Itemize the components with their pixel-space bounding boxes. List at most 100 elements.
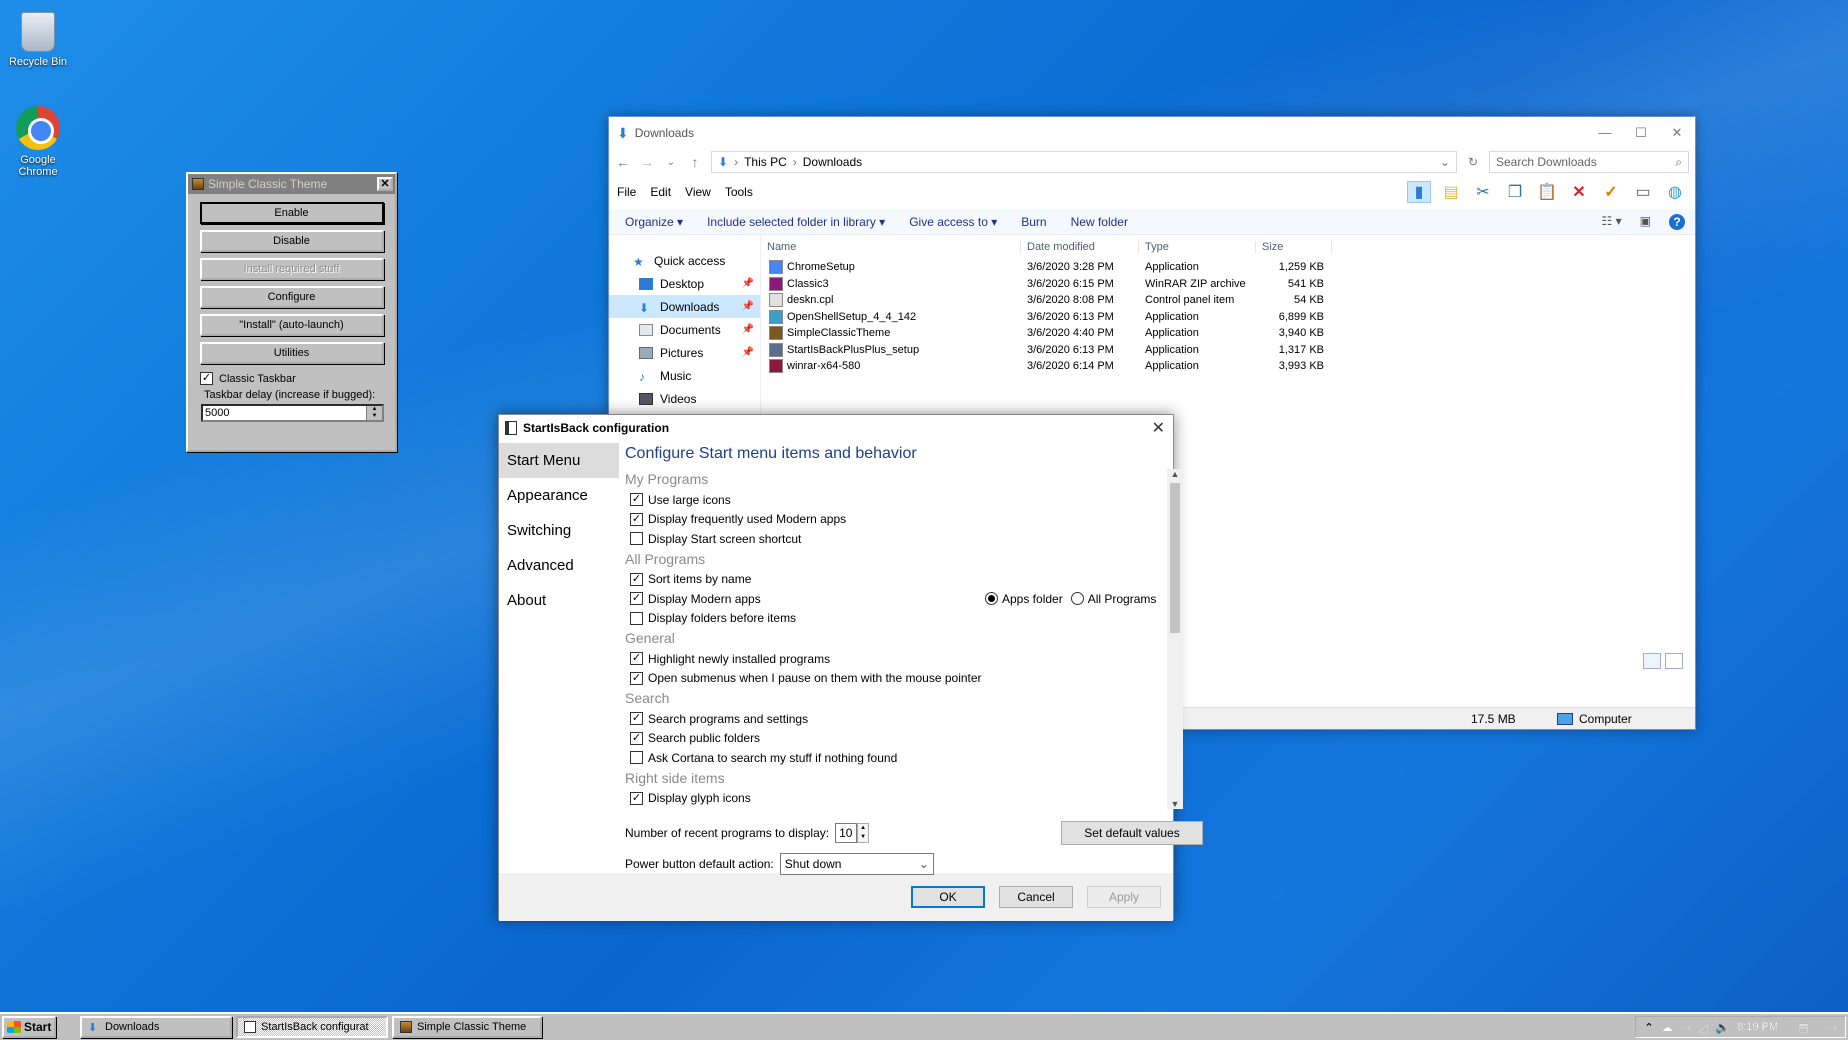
option-row[interactable]: ✓ Open submenus when I pause on them with… <box>625 669 1165 689</box>
preview-pane-icon[interactable]: ▮ <box>1407 181 1431 203</box>
menu-edit[interactable]: Edit <box>650 185 671 199</box>
preview-pane-toggle-icon[interactable]: ▣ <box>1640 214 1651 230</box>
stepper-arrows-icon[interactable]: ▲ ▼ <box>366 406 382 420</box>
scroll-down-icon[interactable]: ▼ <box>1167 799 1183 809</box>
file-row[interactable]: deskn.cpl 3/6/2020 8:08 PM Control panel i… <box>761 292 1695 309</box>
option-row[interactable]: ✓ Use large icons <box>625 490 1165 510</box>
recent-programs-stepper[interactable]: 10 ▲ ▼ <box>835 823 870 843</box>
file-row[interactable]: winrar-x64-580 3/6/2020 6:14 PM Applicatio… <box>761 358 1695 375</box>
options-scrollbar[interactable]: ▲ ▼ <box>1167 469 1183 809</box>
option-checkbox[interactable]: ✓ <box>630 512 643 526</box>
sidebar-item-about[interactable]: About <box>499 583 619 618</box>
cancel-button[interactable]: Cancel <box>999 886 1073 908</box>
explorer-title-bar[interactable]: ⬇ Downloads — ☐ ✕ <box>609 117 1695 149</box>
burn-button[interactable]: Burn <box>1021 215 1046 229</box>
classic-taskbar-checkbox-row[interactable]: ✓ Classic Taskbar <box>200 372 395 385</box>
option-checkbox[interactable]: ✓ <box>630 572 643 586</box>
option-row[interactable]: ✓ Search public folders <box>625 729 1165 749</box>
classic-taskbar-checkbox[interactable]: ✓ <box>200 372 213 385</box>
copy-icon[interactable]: ❐ <box>1503 181 1527 203</box>
forward-arrow-icon[interactable]: → <box>639 154 655 170</box>
set-default-values-button[interactable]: Set default values <box>1061 821 1203 845</box>
option-row[interactable]: ✓ Search programs and settings <box>625 709 1165 729</box>
nav-item-desktop[interactable]: Desktop 📌 <box>609 272 760 295</box>
option-checkbox[interactable]: ✓ <box>630 731 643 745</box>
option-row[interactable]: ✓ Highlight newly installed programs <box>625 649 1165 669</box>
address-dropdown-icon[interactable]: ⌄ <box>1440 155 1450 169</box>
onedrive-cloud-icon[interactable]: ☁ <box>1662 1021 1673 1034</box>
option-row[interactable]: ✓ Sort items by name <box>625 570 1165 590</box>
sct-title-bar[interactable]: Simple Classic Theme ✕ <box>188 174 395 194</box>
desktop-icon-google-chrome[interactable]: Google Chrome <box>2 106 74 178</box>
utilities-button[interactable]: Utilities <box>199 342 384 364</box>
give-access-button[interactable]: Give access to ▾ <box>909 215 997 229</box>
option-checkbox[interactable] <box>630 532 643 546</box>
file-row[interactable]: OpenShellSetup_4_4_142 3/6/2020 6:13 PM Ap… <box>761 309 1695 326</box>
nav-item-documents[interactable]: Documents 📌 <box>609 318 760 341</box>
option-checkbox[interactable]: ✓ <box>630 671 643 685</box>
sidebar-item-switching[interactable]: Switching <box>499 513 619 548</box>
option-row[interactable]: Ask Cortana to search my stuff if nothin… <box>625 748 1165 768</box>
paste-icon[interactable]: 📋 <box>1535 181 1559 203</box>
scroll-up-icon[interactable]: ▲ <box>1167 469 1183 479</box>
option-checkbox[interactable]: ✓ <box>630 712 643 726</box>
disable-button[interactable]: Disable <box>199 230 384 252</box>
breadcrumb-this-pc[interactable]: This PC <box>744 155 787 169</box>
globe-icon[interactable]: ◍ <box>1663 181 1687 203</box>
cut-icon[interactable]: ✂ <box>1471 181 1495 203</box>
stepper-arrows-icon[interactable]: ▲ ▼ <box>857 823 870 843</box>
sib-close-icon[interactable]: ✕ <box>1152 418 1165 438</box>
clock[interactable]: 8:19 PM <box>1737 1021 1778 1033</box>
show-desktop-icon[interactable]: ▭ <box>1827 1021 1837 1034</box>
option-row[interactable]: ✓ Display frequently used Modern apps <box>625 510 1165 530</box>
help-icon[interactable]: ? <box>1669 213 1685 230</box>
close-icon[interactable]: ✕ <box>1659 125 1695 141</box>
option-row[interactable]: ✓ Display glyph icons <box>625 789 1165 809</box>
nav-item-pictures[interactable]: Pictures 📌 <box>609 341 760 364</box>
sidebar-item-advanced[interactable]: Advanced <box>499 548 619 583</box>
details-view-icon[interactable] <box>1643 653 1661 669</box>
recent-programs-value[interactable]: 10 <box>835 823 858 843</box>
nav-item-downloads[interactable]: ⬇ Downloads 📌 <box>609 295 760 318</box>
apps-folder-radio[interactable] <box>985 592 998 606</box>
notification-icon[interactable]: ▤ <box>1798 1021 1808 1034</box>
file-row[interactable]: ChromeSetup 3/6/2020 3:28 PM Application 1,… <box>761 259 1695 276</box>
nav-item-music[interactable]: ♪ Music <box>609 364 760 387</box>
sidebar-item-start-menu[interactable]: Start Menu <box>499 443 619 478</box>
power-action-select[interactable]: Shut down ⌄ <box>779 853 934 875</box>
option-checkbox[interactable]: ✓ <box>630 592 643 606</box>
ok-button[interactable]: OK <box>911 886 985 908</box>
breadcrumb-downloads[interactable]: Downloads <box>803 155 862 169</box>
column-header-date[interactable]: Date modified <box>1021 241 1139 253</box>
back-arrow-icon[interactable]: ← <box>615 154 631 170</box>
large-icons-view-icon[interactable] <box>1665 653 1683 669</box>
option-row[interactable]: Display folders before items <box>625 609 1165 629</box>
menu-tools[interactable]: Tools <box>725 185 753 199</box>
rename-icon[interactable]: ▭ <box>1631 181 1655 203</box>
file-row[interactable]: SimpleClassicTheme 3/6/2020 4:40 PM Applic… <box>761 325 1695 342</box>
new-folder-button[interactable]: New folder <box>1071 215 1128 229</box>
menu-view[interactable]: View <box>685 185 711 199</box>
delete-icon[interactable]: ✕ <box>1567 181 1591 203</box>
option-checkbox[interactable]: ✓ <box>630 791 643 805</box>
configure-button[interactable]: Configure <box>199 286 384 308</box>
all-programs-radio[interactable] <box>1070 592 1084 606</box>
menu-file[interactable]: File <box>617 185 636 199</box>
refresh-icon[interactable]: ↻ <box>1465 155 1481 169</box>
option-checkbox[interactable]: ✓ <box>630 493 643 507</box>
column-header-type[interactable]: Type <box>1139 241 1256 253</box>
apply-button[interactable]: Apply <box>1087 886 1161 908</box>
file-row[interactable]: Classic3 3/6/2020 6:15 PM WinRAR ZIP archi… <box>761 276 1695 293</box>
nav-item-videos[interactable]: Videos <box>609 387 760 410</box>
battery-icon[interactable]: ▭ <box>1681 1021 1691 1034</box>
maximize-icon[interactable]: ☐ <box>1623 125 1659 141</box>
sidebar-item-appearance[interactable]: Appearance <box>499 478 619 513</box>
search-input[interactable]: Search Downloads ⌕ <box>1489 151 1689 173</box>
sct-close-button[interactable]: ✕ <box>377 177 393 191</box>
taskbar-item-downloads[interactable]: ⬇ Downloads <box>80 1016 232 1038</box>
option-row[interactable]: Display Start screen shortcut <box>625 529 1165 549</box>
chevron-up-icon[interactable]: ⌃ <box>1644 1021 1653 1034</box>
address-box[interactable]: ⬇ › This PC › Downloads ⌄ <box>711 151 1457 173</box>
volume-icon[interactable]: 🔈 <box>1716 1021 1730 1034</box>
up-arrow-icon[interactable]: ↑ <box>687 154 703 170</box>
